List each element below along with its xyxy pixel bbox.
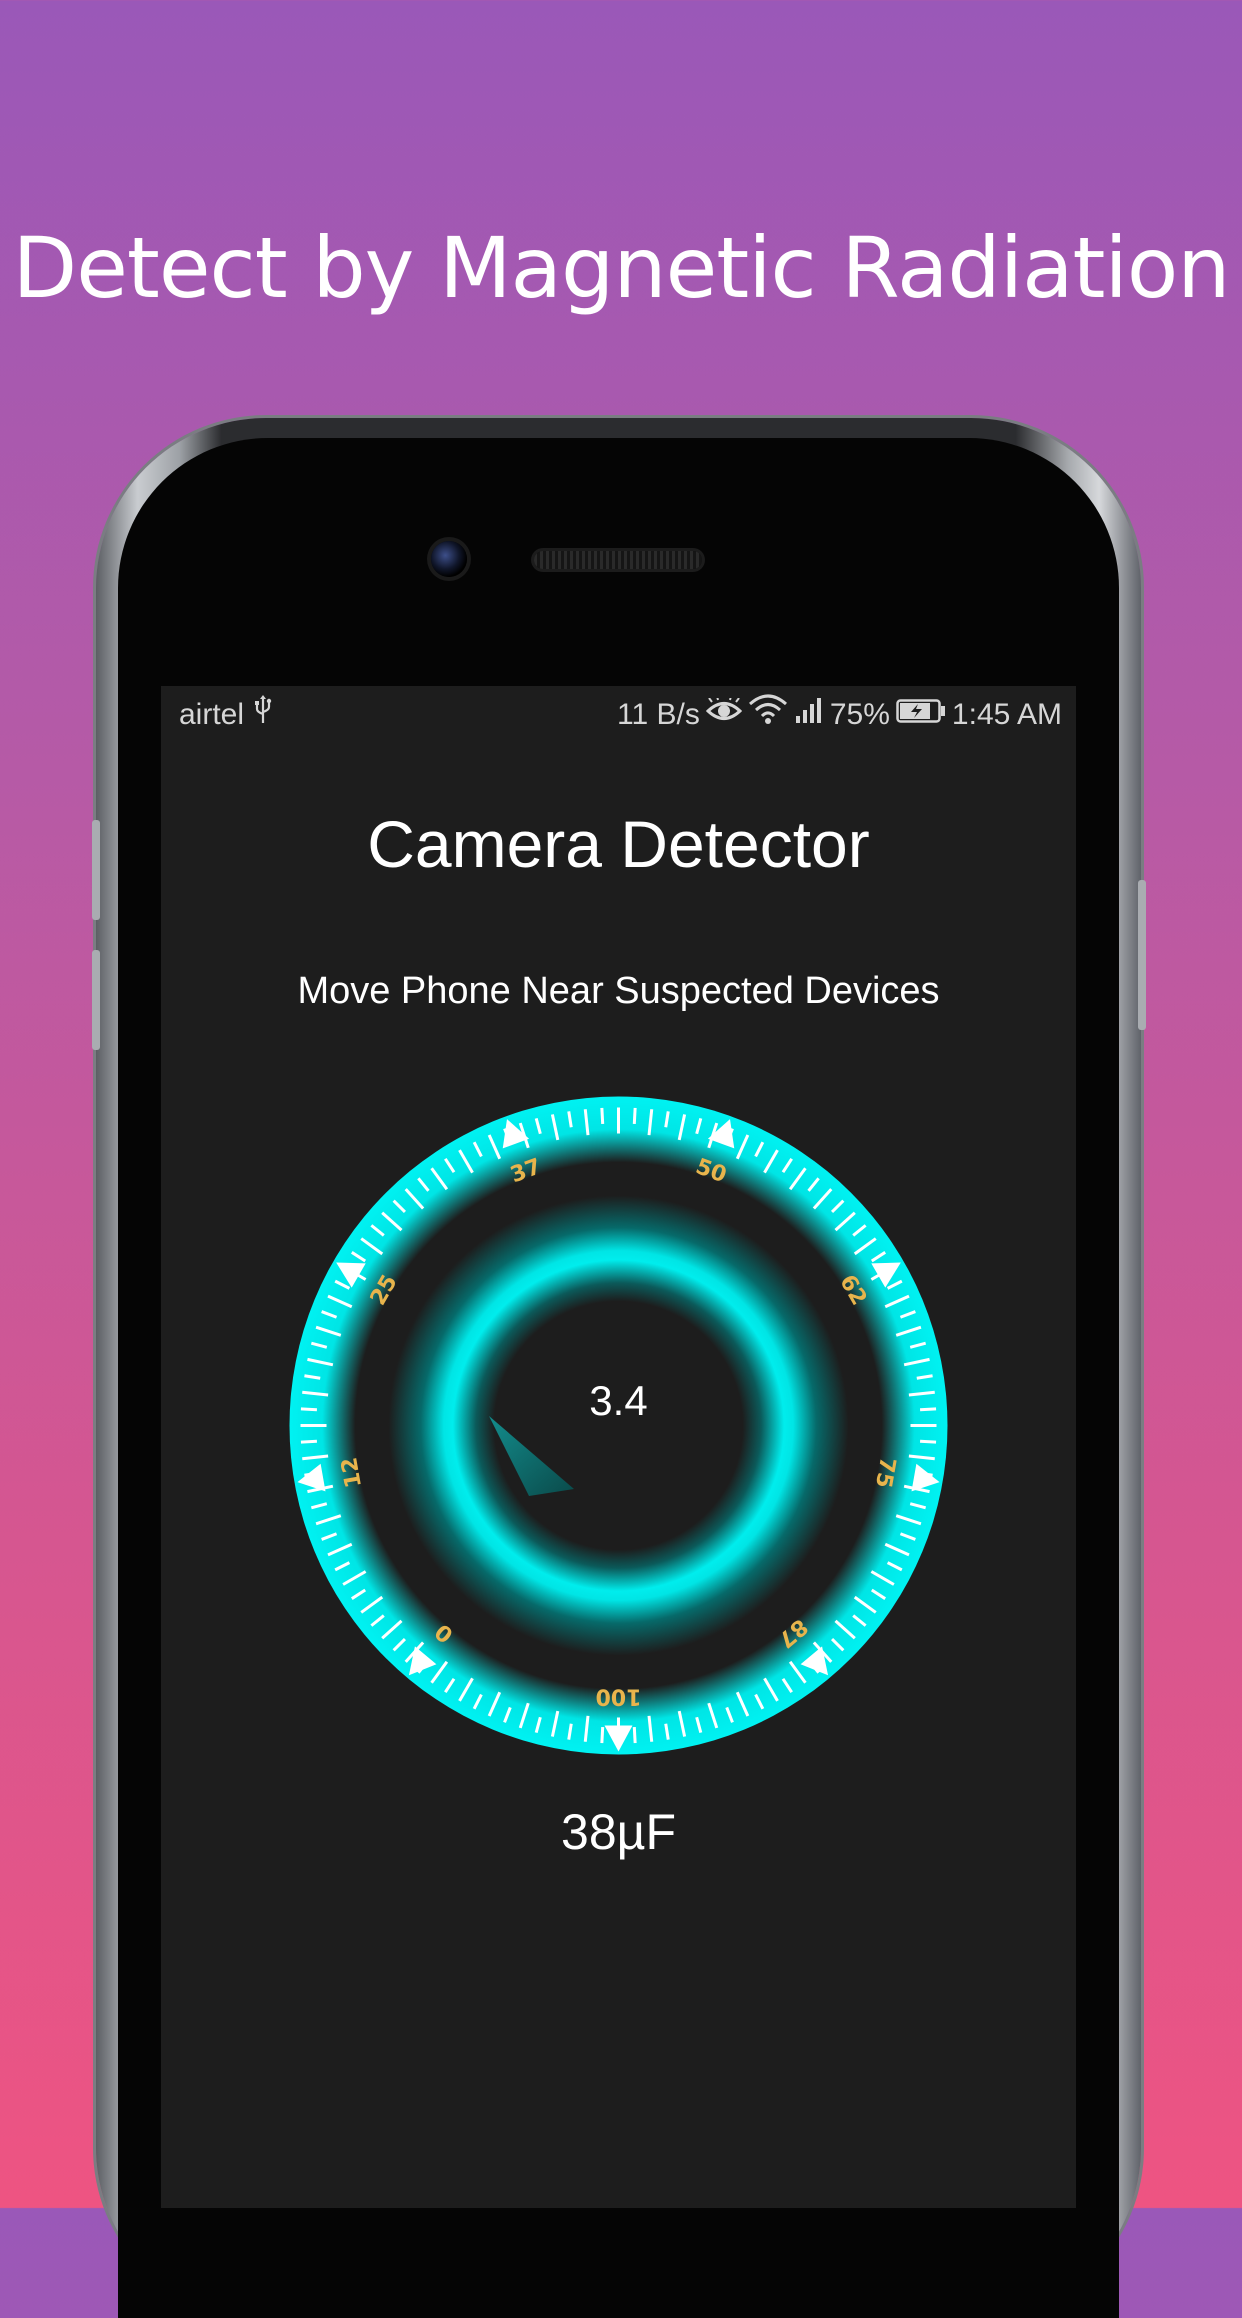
promo-headline: Detect by Magnetic Radiation <box>12 219 1231 317</box>
wifi-icon <box>748 686 788 744</box>
gauge-tick <box>300 1407 317 1412</box>
front-camera <box>431 541 467 577</box>
gauge-tick <box>600 1727 605 1744</box>
gauge-scale-label: 75 <box>870 1455 900 1490</box>
gauge-scale-label: 100 <box>596 1684 642 1709</box>
signal-icon <box>794 686 824 744</box>
app-screen: airtel 11 B/s 75% 1:45 AM Camera Detecto… <box>161 686 1076 2208</box>
earpiece-speaker <box>534 551 702 569</box>
battery-charging-icon <box>896 686 946 744</box>
gauge-tick <box>632 1727 637 1744</box>
gauge-scale-label: 12 <box>337 1455 367 1490</box>
network-speed: 11 B/s <box>617 698 700 731</box>
unit-reading: 38µF <box>561 1804 676 1860</box>
usb-icon <box>252 687 274 745</box>
inner-ring <box>388 1195 849 1656</box>
carrier-label: airtel <box>179 698 245 731</box>
battery-percent: 75% <box>829 698 890 731</box>
gauge-tick <box>920 1407 937 1412</box>
gauge-tick <box>600 1107 605 1124</box>
eye-icon <box>705 686 743 744</box>
status-bar: airtel 11 B/s 75% 1:45 AM <box>161 686 1076 744</box>
status-time: 1:45 AM <box>951 698 1062 731</box>
magnetic-gauge: 0122537 50627587100 <box>289 1096 948 1755</box>
power-button <box>1138 880 1146 1030</box>
gauge-tick <box>632 1107 637 1124</box>
app-title: Camera Detector <box>367 807 870 881</box>
volume-button <box>92 820 100 920</box>
instruction-text: Move Phone Near Suspected Devices <box>297 970 940 1012</box>
gauge-tick <box>300 1439 317 1444</box>
gauge-tick <box>920 1439 937 1444</box>
volume-button <box>92 950 100 1050</box>
